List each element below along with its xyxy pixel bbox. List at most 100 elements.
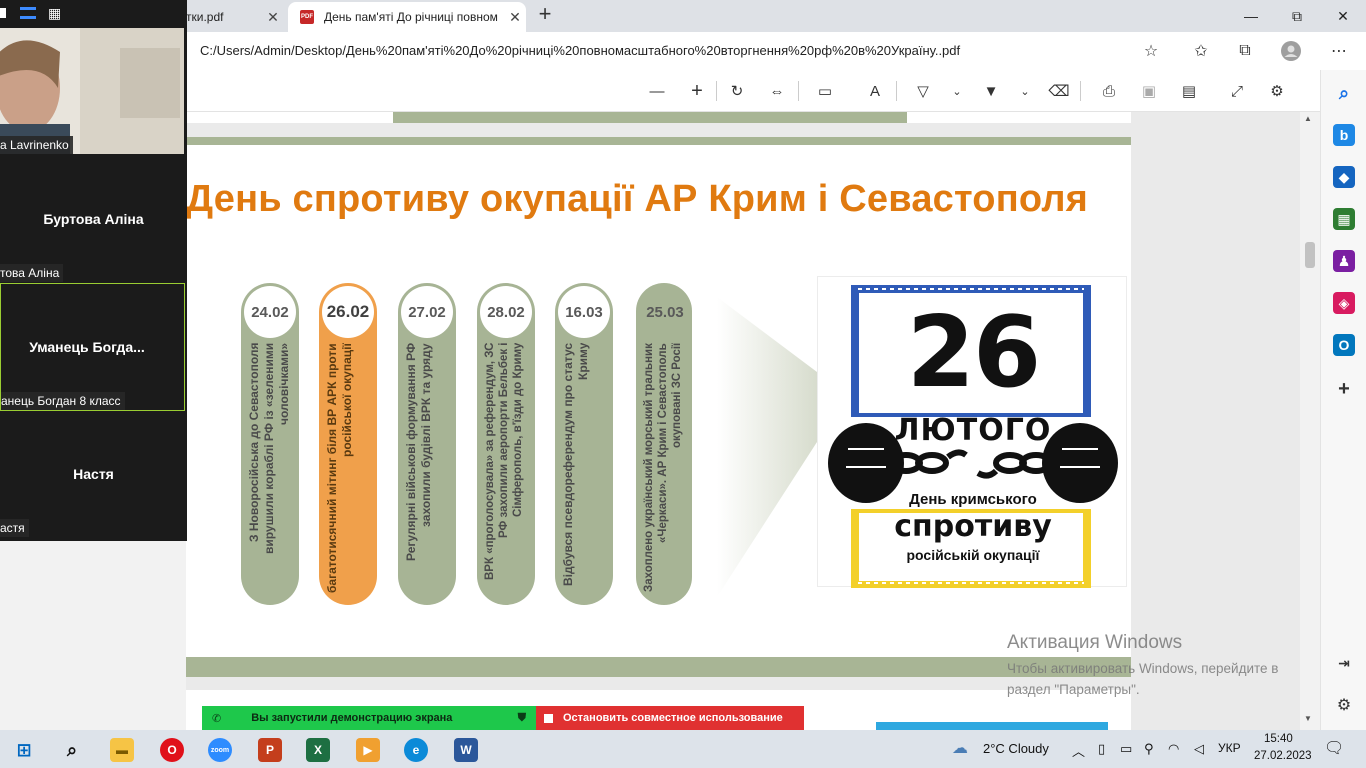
tab-previous-pdf[interactable]: тки.pdf ✕ [186,2,284,32]
close-window-icon[interactable]: ✕ [1320,0,1366,32]
slide-title: День спротиву окупації АР Крим і Севасто… [186,178,1089,220]
add-icon[interactable]: + [1333,378,1355,400]
tab-label: тки.pdf [186,10,224,24]
zoom-icon[interactable]: zoom [208,738,232,762]
poster-line3: російській окупації [906,547,1040,563]
participant-name: Уманець Богда... [29,339,145,355]
opera-icon[interactable]: O [160,738,184,762]
rotate-icon[interactable]: ↻ [726,80,748,102]
event-text: Відбувся псевдореферендум про статус Кри… [561,343,590,587]
new-tab-button[interactable]: + [534,3,556,26]
timeline-event-highlight: 26.02 багатотисячний мітинг біля ВР АРК … [319,283,377,605]
weather-text[interactable]: 2°C Cloudy [983,741,1049,756]
clock-time[interactable]: 15:40 [1264,733,1293,745]
office-icon[interactable]: ◈ [1333,292,1355,314]
outlook-icon[interactable]: O [1333,334,1355,356]
gallery-grid-icon[interactable]: ▦ [48,6,64,22]
stop-share-label: Остановить совместное использование [563,712,783,724]
print-icon[interactable]: ⎙ [1098,80,1120,102]
participant-name-tag: анець Богдан 8 класс [1,392,125,410]
add-favorite-icon[interactable]: ☆ [1140,40,1162,62]
share-status-text: Вы запустили демонстрацию экрана [251,712,453,724]
settings-gear-icon[interactable]: ⚙ [1266,80,1288,102]
fullscreen-icon[interactable]: ⤢ [1226,80,1248,102]
media-player-icon[interactable]: ▶ [356,738,380,762]
event-date: 25.03 [646,303,684,321]
next-page-blue-band [876,722,1108,730]
excel-icon[interactable]: X [306,738,330,762]
more-menu-icon[interactable]: ⋯ [1328,40,1350,62]
powerpoint-icon[interactable]: P [258,738,282,762]
draw-icon[interactable]: ▽ [912,80,934,102]
save-as-icon[interactable]: ▤ [1178,80,1200,102]
event-text: Регулярні військові формування РФ захопи… [404,343,433,562]
restore-icon[interactable]: ⧉ [1274,0,1320,32]
slide-top-band [186,137,1131,145]
clock-date[interactable]: 27.02.2023 [1254,750,1312,762]
volume-icon[interactable]: ◁ [1194,741,1204,757]
participant-video-tile[interactable]: a Lavrinenko [0,28,184,154]
participant-tile[interactable]: Настя астя [0,411,187,539]
eraser-icon[interactable]: ⌫ [1048,80,1070,102]
scroll-down-arrow[interactable]: ▼ [1304,714,1312,723]
edge-icon[interactable]: e [404,738,428,762]
tab-current-pdf[interactable]: PDF День пам'яті До річниці повном ✕ [288,2,526,32]
word-icon[interactable]: W [454,738,478,762]
file-explorer-icon[interactable]: ▬ [110,738,134,762]
participant-name: Настя [73,466,114,482]
favorites-icon[interactable]: ✩ [1190,40,1212,62]
windows-taskbar: ⊞ ⌕ ▬ O zoom P X ▶ e W ☁ 2°C Cloudy ︿ ▯ … [0,730,1366,768]
view-icon[interactable] [0,8,6,18]
games-icon[interactable]: ♟ [1333,250,1355,272]
notifications-icon[interactable]: 🗨 [1324,738,1344,758]
close-tab-icon[interactable]: ✕ [504,9,526,26]
activation-title: Активация Windows [1007,632,1183,653]
stop-share-button[interactable]: Остановить совместное использование [536,706,804,730]
scrollbar-thumb[interactable] [1305,242,1315,268]
previous-page [186,112,1131,123]
hide-sidebar-icon[interactable]: ⇥ [1333,652,1355,674]
timeline-event: 25.03 Захоплено український морський тра… [636,283,692,605]
bing-icon[interactable]: b [1333,124,1355,146]
participant-tile[interactable]: Буртова Аліна това Аліна [0,154,187,282]
timeline-event: 24.02 З Новоросійська до Севастополя вир… [241,283,299,605]
search-icon[interactable]: ⌕ [60,738,84,762]
participant-tile-active[interactable]: Уманець Богда... анець Богдан 8 класс [0,283,185,411]
phone-icon: ✆ [212,712,222,725]
scroll-up-arrow[interactable]: ▲ [1304,114,1312,123]
chevron-down-icon[interactable]: ⌄ [946,80,968,102]
slide-bottom-band [186,657,1131,677]
event-text: багатотисячний мітинг біля ВР АРК проти … [325,343,354,593]
search-icon[interactable]: ⌕ [1333,82,1355,104]
show-hidden-icons[interactable]: ︿ [1072,741,1085,760]
save-icon[interactable]: ▣ [1138,80,1160,102]
chevron-down-icon[interactable]: ⌄ [1014,80,1036,102]
wifi-icon[interactable]: ◠ [1168,741,1179,757]
browser-tab-bar: тки.pdf ✕ PDF День пам'яті До річниці по… [0,0,1366,32]
minimize-icon[interactable]: — [1228,0,1274,32]
microphone-icon[interactable]: ⚲ [1144,741,1154,757]
close-tab-icon[interactable]: ✕ [262,9,284,26]
profile-avatar-icon[interactable] [1280,40,1302,62]
zoom-panel-toolbar: ▦ [0,0,187,28]
timeline-event: 27.02 Регулярні військові формування РФ … [398,283,456,605]
zoom-out-icon[interactable]: — [646,80,668,102]
fit-width-icon[interactable]: ⇔ [766,80,788,102]
tools-icon[interactable]: ▦ [1333,208,1355,230]
address-bar: C:/Users/Admin/Desktop/День%20пам'яті%20… [186,32,1366,70]
shopping-icon[interactable]: ◆ [1333,166,1355,188]
event-date: 28.02 [480,286,532,338]
highlight-icon[interactable]: ▼ [980,80,1002,102]
zoom-in-icon[interactable]: + [686,80,708,102]
page-view-icon[interactable]: ▭ [814,80,836,102]
windows-start-icon[interactable]: ⊞ [12,738,36,762]
url-field[interactable]: C:/Users/Admin/Desktop/День%20пам'яті%20… [200,43,960,58]
sidebar-settings-icon[interactable]: ⚙ [1333,694,1355,716]
pdf-icon: PDF [300,10,314,24]
language-indicator[interactable]: УКР [1218,741,1241,755]
usb-icon[interactable]: ▯ [1098,741,1105,757]
collections-icon[interactable]: ⧉ [1234,40,1256,62]
speaker-view-icon[interactable] [20,7,36,19]
battery-icon[interactable]: ▭ [1120,741,1132,757]
read-aloud-icon[interactable]: A [864,80,886,102]
